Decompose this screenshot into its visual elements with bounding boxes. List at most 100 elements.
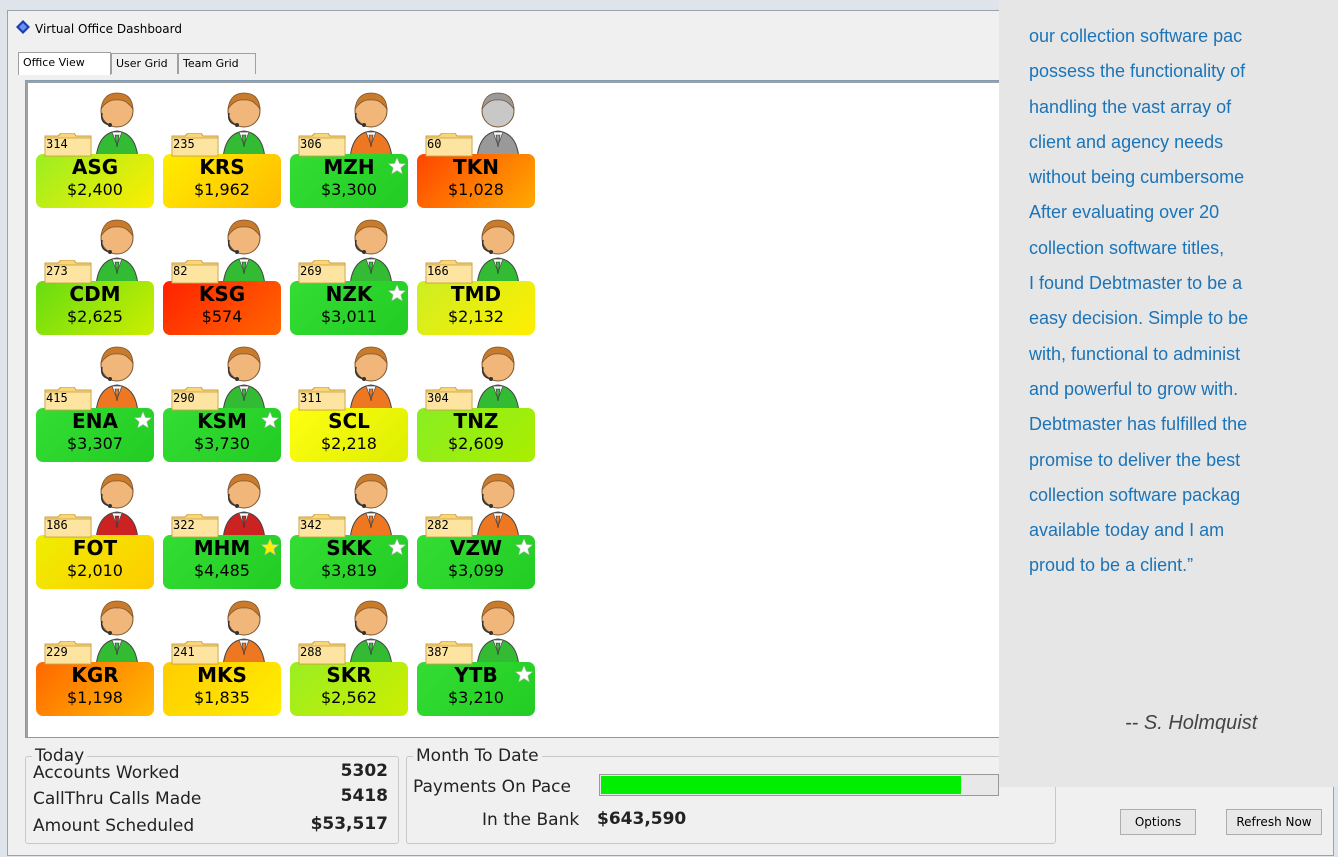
agent-account-count: 342 — [300, 518, 322, 532]
agent-avatar-icon — [95, 600, 139, 667]
in-the-bank-label: In the Bank — [482, 810, 580, 830]
agent-tile[interactable]: 322 MHM $4,485 — [163, 470, 281, 589]
agent-account-count: 387 — [427, 645, 449, 659]
tab-user-grid[interactable]: User Grid — [111, 53, 178, 74]
agent-tile[interactable]: 60 TKN $1,028 — [417, 89, 535, 208]
agent-account-count: 186 — [46, 518, 68, 532]
agent-avatar-icon — [95, 346, 139, 413]
testimonial-text: our collection software pac possess the f… — [1029, 19, 1248, 584]
agent-tile[interactable]: 342 SKK $3,819 — [290, 470, 408, 589]
agent-code: SCL — [328, 409, 370, 433]
accounts-worked-value: 5302 — [340, 761, 388, 781]
agent-avatar-icon — [349, 219, 393, 286]
agent-avatar-icon — [349, 473, 393, 540]
agent-avatar-icon — [222, 600, 266, 667]
testimonial-line: proud to be a client.” — [1029, 555, 1194, 576]
agent-amount: $2,562 — [321, 688, 377, 707]
testimonial-line: client and agency needs — [1029, 131, 1224, 152]
agent-code: KRS — [199, 155, 245, 179]
agent-account-count: 322 — [173, 518, 195, 532]
agent-tile[interactable]: 269 NZK $3,011 — [290, 216, 408, 335]
star-icon — [388, 538, 406, 556]
testimonial-line: and powerful to grow with. — [1029, 378, 1239, 399]
agent-avatar-icon — [349, 346, 393, 413]
testimonial-overlay: our collection software pac possess the f… — [999, 0, 1338, 787]
agent-account-count: 82 — [173, 264, 188, 278]
agent-amount: $3,210 — [448, 688, 504, 707]
testimonial-line: easy decision. Simple to be — [1029, 308, 1249, 329]
testimonial-line: our collection software pac — [1029, 26, 1243, 46]
agent-code: ASG — [71, 155, 119, 179]
agent-tile[interactable]: 415 ENA $3,307 — [36, 343, 154, 462]
agent-amount: $2,132 — [448, 307, 504, 326]
agent-account-count: 314 — [46, 137, 68, 151]
agent-code: TMD — [450, 282, 502, 306]
callthru-calls-label: CallThru Calls Made — [33, 789, 202, 809]
agent-avatar-icon — [476, 219, 520, 286]
agent-avatar-icon — [222, 346, 266, 413]
agent-tile[interactable]: 304 TNZ $2,609 — [417, 343, 535, 462]
star-icon — [261, 538, 279, 556]
agent-code: TKN — [453, 155, 499, 179]
tab-office-view[interactable]: Office View — [18, 52, 111, 75]
agent-avatar-icon — [95, 473, 139, 540]
agent-tile[interactable]: 311 SCL $2,218 — [290, 343, 408, 462]
refresh-now-button[interactable]: Refresh Now — [1226, 809, 1322, 835]
testimonial-line: collection software titles, — [1029, 237, 1225, 258]
office-view-panel: 314 ASG $2,400 235 KRS $1,962 306 MZH $3,300 60 TK… — [25, 80, 1055, 738]
accounts-worked-label: Accounts Worked — [33, 763, 180, 783]
agent-code: KSG — [198, 282, 246, 306]
agent-account-count: 282 — [427, 518, 449, 532]
testimonial-line: After evaluating over 20 — [1029, 202, 1220, 223]
agent-account-count: 269 — [300, 264, 322, 278]
agent-tile[interactable]: 288 SKR $2,562 — [290, 597, 408, 716]
testimonial-line: Debtmaster has fulfilled the — [1029, 414, 1248, 435]
amount-scheduled-value: $53,517 — [310, 814, 388, 834]
agent-account-count: 60 — [427, 137, 442, 151]
agent-amount: $3,099 — [448, 561, 504, 580]
callthru-calls-value: 5418 — [340, 786, 388, 806]
agent-tile[interactable]: 314 ASG $2,400 — [36, 89, 154, 208]
testimonial-signature: -- S. Holmquist — [1125, 712, 1258, 734]
star-icon — [515, 665, 533, 683]
payments-on-pace-label: Payments On Pace — [413, 777, 571, 797]
payments-on-pace-progress — [599, 774, 999, 796]
agent-tile[interactable]: 166 TMD $2,132 — [417, 216, 535, 335]
agent-account-count: 235 — [173, 137, 195, 151]
agent-amount: $2,010 — [67, 561, 123, 580]
agent-amount: $4,485 — [194, 561, 250, 580]
agent-amount: $1,198 — [67, 688, 123, 707]
agent-tile[interactable]: 82 KSG $574 — [163, 216, 281, 335]
testimonial-line: I found Debtmaster to be a — [1029, 273, 1243, 294]
agent-tile[interactable]: 229 KGR $1,198 — [36, 597, 154, 716]
agent-amount: $2,218 — [321, 434, 377, 453]
tab-team-grid[interactable]: Team Grid — [178, 53, 256, 74]
star-icon — [388, 284, 406, 302]
agent-tile[interactable]: 235 KRS $1,962 — [163, 89, 281, 208]
in-the-bank-value: $643,590 — [597, 809, 687, 829]
agent-account-count: 304 — [427, 391, 449, 405]
agent-amount: $3,300 — [321, 180, 377, 199]
star-icon — [134, 411, 152, 429]
agent-tile[interactable]: 282 VZW $3,099 — [417, 470, 535, 589]
agent-account-count: 415 — [46, 391, 68, 405]
agent-avatar-icon — [222, 92, 266, 159]
agent-tile[interactable]: 306 MZH $3,300 — [290, 89, 408, 208]
agent-amount: $3,011 — [321, 307, 377, 326]
window-title: Virtual Office Dashboard — [35, 22, 182, 36]
agent-amount: $2,400 — [67, 180, 123, 199]
agent-avatar-icon — [95, 92, 139, 159]
agent-amount: $3,307 — [67, 434, 123, 453]
agent-tile[interactable]: 273 CDM $2,625 — [36, 216, 154, 335]
options-button[interactable]: Options — [1120, 809, 1196, 835]
agent-tile[interactable]: 186 FOT $2,010 — [36, 470, 154, 589]
agent-tile[interactable]: 241 MKS $1,835 — [163, 597, 281, 716]
agent-account-count: 288 — [300, 645, 322, 659]
agent-amount: $2,609 — [448, 434, 504, 453]
agent-avatar-icon — [349, 600, 393, 667]
app-diamond-icon — [16, 20, 30, 34]
agent-avatar-icon — [476, 92, 520, 159]
amount-scheduled-label: Amount Scheduled — [33, 816, 195, 836]
agent-tile[interactable]: 290 KSM $3,730 — [163, 343, 281, 462]
agent-tile[interactable]: 387 YTB $3,210 — [417, 597, 535, 716]
